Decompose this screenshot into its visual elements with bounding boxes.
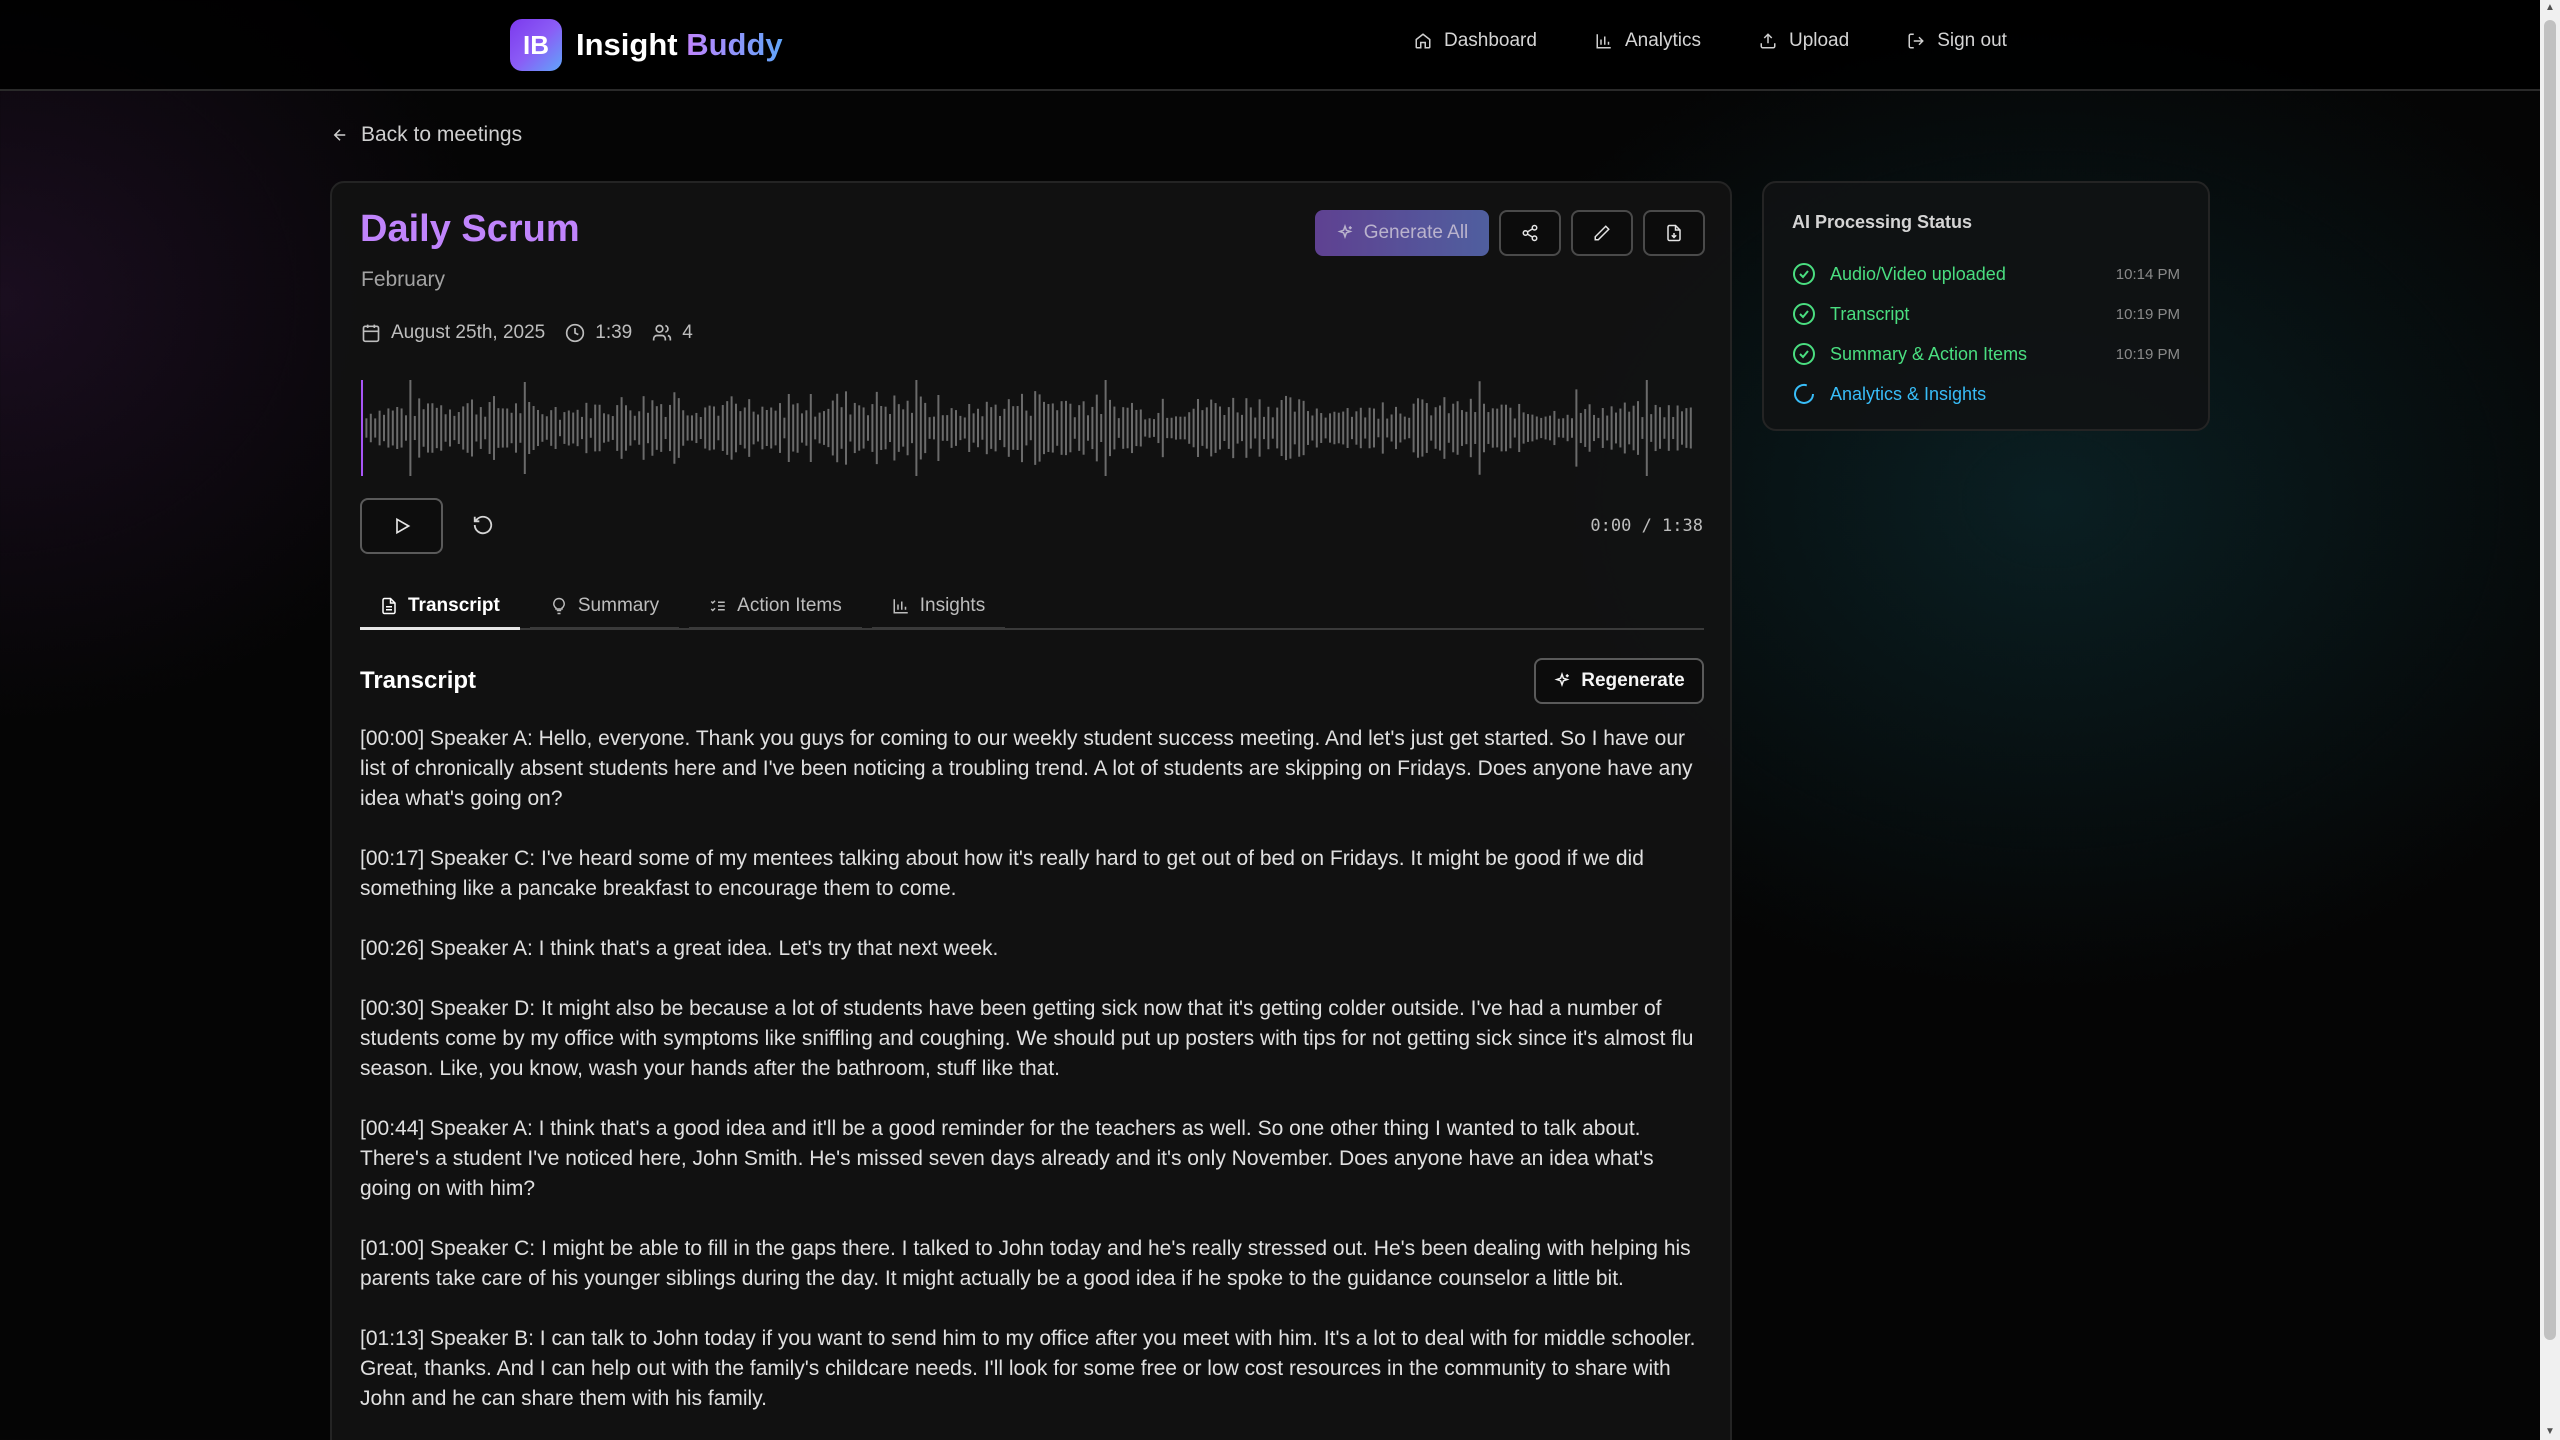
check-circle-icon	[1792, 302, 1816, 326]
playback-time: 0:00 / 1:38	[1590, 516, 1703, 536]
status-item-upload: Audio/Video uploaded 10:14 PM	[1792, 254, 2180, 294]
transcript-entry: [00:00] Speaker A: Hello, everyone. Than…	[360, 727, 1693, 810]
transcript-entry: [00:30] Speaker D: It might also be beca…	[360, 997, 1694, 1080]
generate-all-button[interactable]: Generate All	[1315, 210, 1489, 256]
play-icon	[392, 516, 412, 536]
meeting-title: Daily Scrum	[360, 208, 580, 250]
waveform-bars	[361, 380, 1692, 476]
bar-chart-icon	[892, 597, 910, 615]
nav-sign-out[interactable]: Sign out	[1907, 30, 2007, 52]
status-label: Audio/Video uploaded	[1830, 263, 2006, 284]
nav-label: Analytics	[1624, 30, 1701, 51]
nav-label: Upload	[1788, 30, 1850, 51]
status-time: 10:14 PM	[2115, 265, 2180, 283]
generate-all-label: Generate All	[1363, 222, 1469, 243]
check-circle-icon	[1792, 342, 1816, 366]
transcript-heading: Transcript	[360, 667, 477, 694]
tab-label: Summary	[577, 594, 660, 616]
logo-badge: IB	[510, 19, 562, 71]
restart-button[interactable]	[470, 512, 496, 538]
audio-waveform[interactable]	[360, 376, 1700, 480]
nav-menu: Dashboard Analytics Upload Sign out	[1414, 30, 2007, 52]
status-time: 10:19 PM	[2115, 305, 2180, 323]
play-button[interactable]	[360, 498, 443, 554]
nav-dashboard[interactable]: Dashboard	[1414, 30, 1537, 52]
list-checks-icon	[709, 597, 727, 615]
check-circle-icon	[1792, 262, 1816, 286]
meeting-participants-value: 4	[682, 322, 693, 343]
transcript-entry: [00:26] Speaker A: I think that's a grea…	[360, 937, 999, 960]
home-icon	[1414, 32, 1432, 50]
content-tabs: Transcript Summary Action Items Insights	[360, 584, 1704, 630]
pencil-icon	[1593, 224, 1611, 242]
share-button[interactable]	[1499, 210, 1561, 256]
share-icon	[1521, 224, 1539, 242]
meeting-participants: 4	[652, 322, 693, 344]
tab-label: Insights	[919, 594, 986, 616]
lightbulb-icon	[550, 597, 568, 615]
status-time: 10:19 PM	[2115, 345, 2180, 363]
brand-name-first: Insight	[576, 27, 678, 62]
users-icon	[652, 323, 672, 343]
processing-status-list: Audio/Video uploaded 10:14 PM Transcript…	[1792, 254, 2180, 414]
scroll-up-arrow-icon[interactable]: ▲	[2544, 2, 2556, 14]
meeting-duration-value: 1:39	[595, 322, 633, 343]
meeting-date: August 25th, 2025	[361, 322, 545, 344]
scroll-down-arrow-icon[interactable]: ▼	[2544, 1426, 2556, 1438]
export-button[interactable]	[1643, 210, 1705, 256]
transcript-entry: [00:44] Speaker A: I think that's a good…	[360, 1117, 1654, 1200]
status-item-analytics: Analytics & Insights	[1792, 374, 2180, 414]
status-item-summary: Summary & Action Items 10:19 PM	[1792, 334, 2180, 374]
sparkles-icon	[1336, 224, 1354, 242]
tab-transcript[interactable]: Transcript	[360, 584, 520, 630]
edit-button[interactable]	[1571, 210, 1633, 256]
scrollbar-thumb[interactable]	[2544, 20, 2556, 1340]
upload-icon	[1759, 32, 1777, 50]
meeting-meta: August 25th, 2025 1:39 4	[361, 322, 693, 344]
nav-label: Dashboard	[1444, 30, 1537, 51]
loading-spinner-icon	[1792, 382, 1816, 406]
brand-name: Insight Buddy	[576, 27, 783, 63]
file-text-icon	[380, 597, 398, 615]
transcript-entry: [00:17] Speaker C: I've heard some of my…	[360, 847, 1644, 900]
nav-analytics[interactable]: Analytics	[1595, 30, 1701, 52]
brand[interactable]: IB Insight Buddy	[510, 19, 783, 71]
status-label: Transcript	[1830, 303, 1910, 324]
file-download-icon	[1665, 224, 1683, 242]
sign-out-icon	[1907, 32, 1925, 50]
bar-chart-icon	[1595, 32, 1613, 50]
meeting-subtitle: February	[361, 268, 446, 291]
tab-insights[interactable]: Insights	[871, 584, 1006, 630]
tab-label: Action Items	[737, 594, 842, 616]
transcript-body: [00:00] Speaker A: Hello, everyone. Than…	[360, 724, 1700, 1440]
status-label: Analytics & Insights	[1830, 383, 1987, 404]
arrow-left-icon	[331, 126, 349, 144]
sparkles-icon	[1553, 672, 1571, 690]
nav-upload[interactable]: Upload	[1759, 30, 1849, 52]
clock-icon	[565, 323, 585, 343]
back-to-meetings-link[interactable]: Back to meetings	[331, 123, 522, 147]
status-item-transcript: Transcript 10:19 PM	[1792, 294, 2180, 334]
tab-summary[interactable]: Summary	[529, 584, 680, 630]
back-link-label: Back to meetings	[361, 123, 523, 146]
tab-action-items[interactable]: Action Items	[689, 584, 862, 630]
transcript-entry: [01:13] Speaker B: I can talk to John to…	[360, 1327, 1696, 1410]
meeting-date-value: August 25th, 2025	[391, 322, 546, 343]
transcript-entry: [01:00] Speaker C: I might be able to fi…	[360, 1237, 1691, 1290]
processing-status-title: AI Processing Status	[1792, 212, 1973, 232]
rotate-ccw-icon	[472, 514, 494, 536]
top-nav-bar: IB Insight Buddy Dashboard Analytics Upl…	[0, 0, 2540, 91]
calendar-icon	[361, 323, 381, 343]
page-scrollbar[interactable]: ▲ ▼	[2540, 0, 2560, 1440]
nav-label: Sign out	[1937, 30, 2007, 51]
status-label: Summary & Action Items	[1830, 343, 2028, 364]
tab-label: Transcript	[408, 594, 500, 616]
meeting-duration: 1:39	[565, 322, 632, 344]
meeting-actions: Generate All	[1315, 210, 1705, 256]
brand-name-second: Buddy	[686, 27, 783, 62]
regenerate-button[interactable]: Regenerate	[1534, 658, 1704, 704]
regenerate-label: Regenerate	[1581, 670, 1685, 691]
